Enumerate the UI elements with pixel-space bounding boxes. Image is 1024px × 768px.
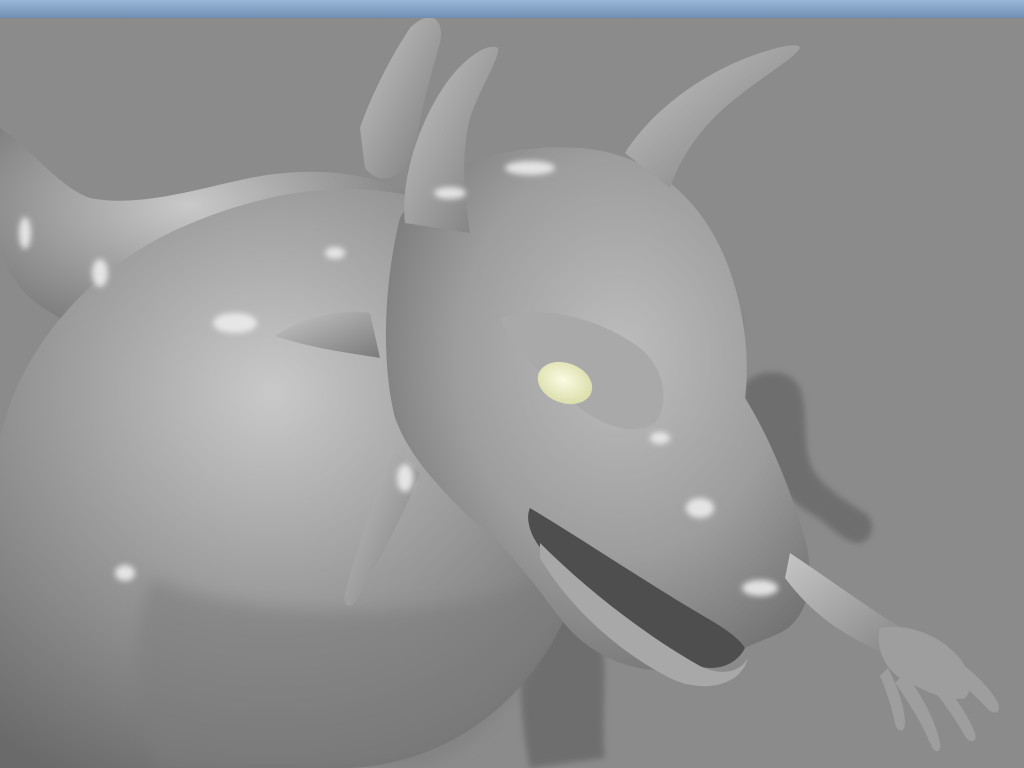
creature-render (0, 18, 1024, 768)
window-top-strip (0, 0, 1024, 18)
render-viewport (0, 0, 1024, 768)
